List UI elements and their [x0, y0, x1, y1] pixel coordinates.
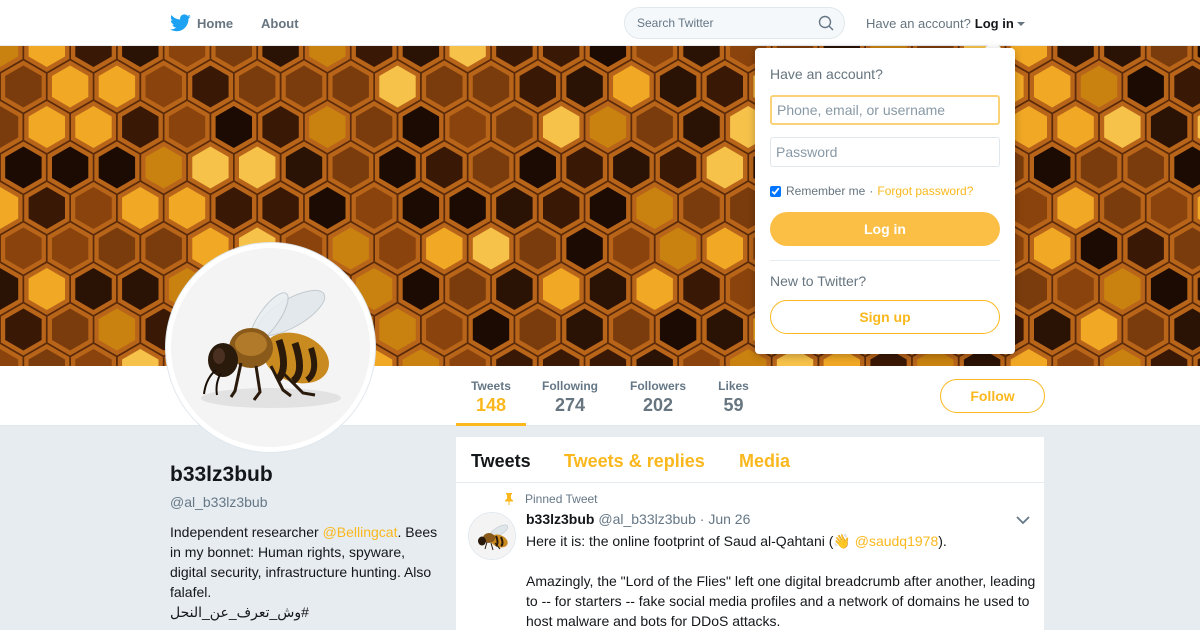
stat-likes-value: 59 [723, 395, 744, 415]
stat-followers-label: Followers [629, 379, 686, 393]
tweet-avatar[interactable] [468, 512, 516, 560]
tweet-paragraph-2: Amazingly, the "Lord of the Flies" left … [526, 573, 1036, 629]
remember-me-label[interactable]: Remember me [786, 184, 865, 198]
search-icon[interactable] [818, 15, 834, 31]
login-link[interactable]: Log in [975, 16, 1014, 31]
nav-home-label: Home [197, 15, 234, 31]
dropdown-arrow [985, 40, 1001, 48]
tab-tweets-and-replies[interactable]: Tweets & replies [564, 451, 705, 472]
stat-likes-label: Likes [718, 379, 749, 393]
timeline-tabs: Tweets Tweets & replies Media [456, 437, 1044, 483]
top-navigation: Home About Have an account? Log in [0, 0, 1200, 46]
profile-info: b33lz3bub @al_b33lz3bub Independent rese… [170, 463, 440, 622]
new-to-twitter-text: New to Twitter? [770, 273, 867, 289]
dropdown-title: Have an account? [770, 66, 883, 82]
search-box[interactable] [624, 7, 845, 39]
tweet-text: Here it is: the online footprint of Saud… [526, 531, 1036, 630]
tweet-mention-link[interactable]: @saudq1978 [855, 533, 939, 549]
bee-avatar-image [171, 248, 370, 447]
login-dropdown: Have an account? Remember me · Forgot pa… [755, 48, 1015, 354]
tweet-date[interactable]: · Jun 26 [700, 511, 751, 527]
tweet-line1-prefix: Here it is: the online footprint of Saud… [526, 533, 834, 549]
tab-media[interactable]: Media [739, 451, 790, 472]
caret-down-icon [1016, 22, 1025, 26]
chevron-down-icon[interactable] [1016, 516, 1030, 525]
pinned-indicator: Pinned Tweet [505, 492, 598, 506]
tweet-author-name[interactable]: b33lz3bub [526, 511, 594, 527]
remember-me-checkbox[interactable] [770, 185, 781, 197]
login-button[interactable]: Log in [770, 212, 1000, 246]
username-field[interactable] [770, 95, 1000, 125]
stat-tweets-value: 148 [475, 395, 507, 415]
tweet-paragraph-1: Here it is: the online footprint of Saud… [526, 531, 1036, 551]
separator-dot: · [869, 184, 874, 198]
stat-following[interactable]: Following 274 [530, 366, 610, 426]
have-account-text: Have an account? [866, 15, 971, 31]
bio-hashtag[interactable]: #وش_تعرف_عن_النحل [170, 602, 440, 622]
search-input[interactable] [637, 16, 807, 30]
pinned-label: Pinned Tweet [525, 492, 598, 506]
nav-home-link[interactable]: Home [170, 0, 233, 46]
profile-avatar[interactable] [166, 243, 375, 452]
tab-tweets[interactable]: Tweets [471, 451, 531, 472]
stat-followers[interactable]: Followers 202 [618, 366, 698, 426]
forgot-password-link[interactable]: Forgot password? [877, 184, 973, 198]
stat-followers-value: 202 [642, 395, 674, 415]
pinned-tweet[interactable]: Pinned Tweet b33lz3bub @al_b33lz3bub · J… [456, 483, 1044, 630]
stat-following-value: 274 [554, 395, 586, 415]
tweet-line1-suffix: ). [938, 533, 947, 549]
nav-about-link[interactable]: About [261, 0, 299, 46]
stat-tweets-label: Tweets [471, 379, 511, 393]
dropdown-divider [770, 260, 1000, 261]
stat-tweets[interactable]: Tweets 148 [456, 366, 526, 426]
profile-handle[interactable]: @al_b33lz3bub [170, 494, 440, 510]
bio-mention-link[interactable]: @Bellingcat [323, 524, 398, 540]
pin-icon [505, 493, 513, 505]
profile-bio: Independent researcher @Bellingcat. Bees… [170, 522, 440, 622]
signup-button[interactable]: Sign up [770, 300, 1000, 334]
stat-following-label: Following [542, 379, 598, 393]
profile-name[interactable]: b33lz3bub [170, 463, 440, 487]
stat-likes[interactable]: Likes 59 [706, 366, 761, 426]
waving-hand-emoji: 👋 [833, 533, 851, 549]
tweet-author-handle[interactable]: @al_b33lz3bub [598, 511, 696, 527]
timeline: Tweets Tweets & replies Media Pinned Twe… [456, 437, 1044, 630]
bee-avatar-small-image [469, 513, 515, 559]
twitter-bird-icon [170, 14, 191, 32]
follow-button[interactable]: Follow [940, 379, 1045, 413]
remember-me-row: Remember me · Forgot password? [770, 184, 973, 198]
tweet-header: b33lz3bub @al_b33lz3bub · Jun 26 [526, 511, 750, 527]
password-field[interactable] [770, 137, 1000, 167]
bio-text-prefix: Independent researcher [170, 524, 323, 540]
